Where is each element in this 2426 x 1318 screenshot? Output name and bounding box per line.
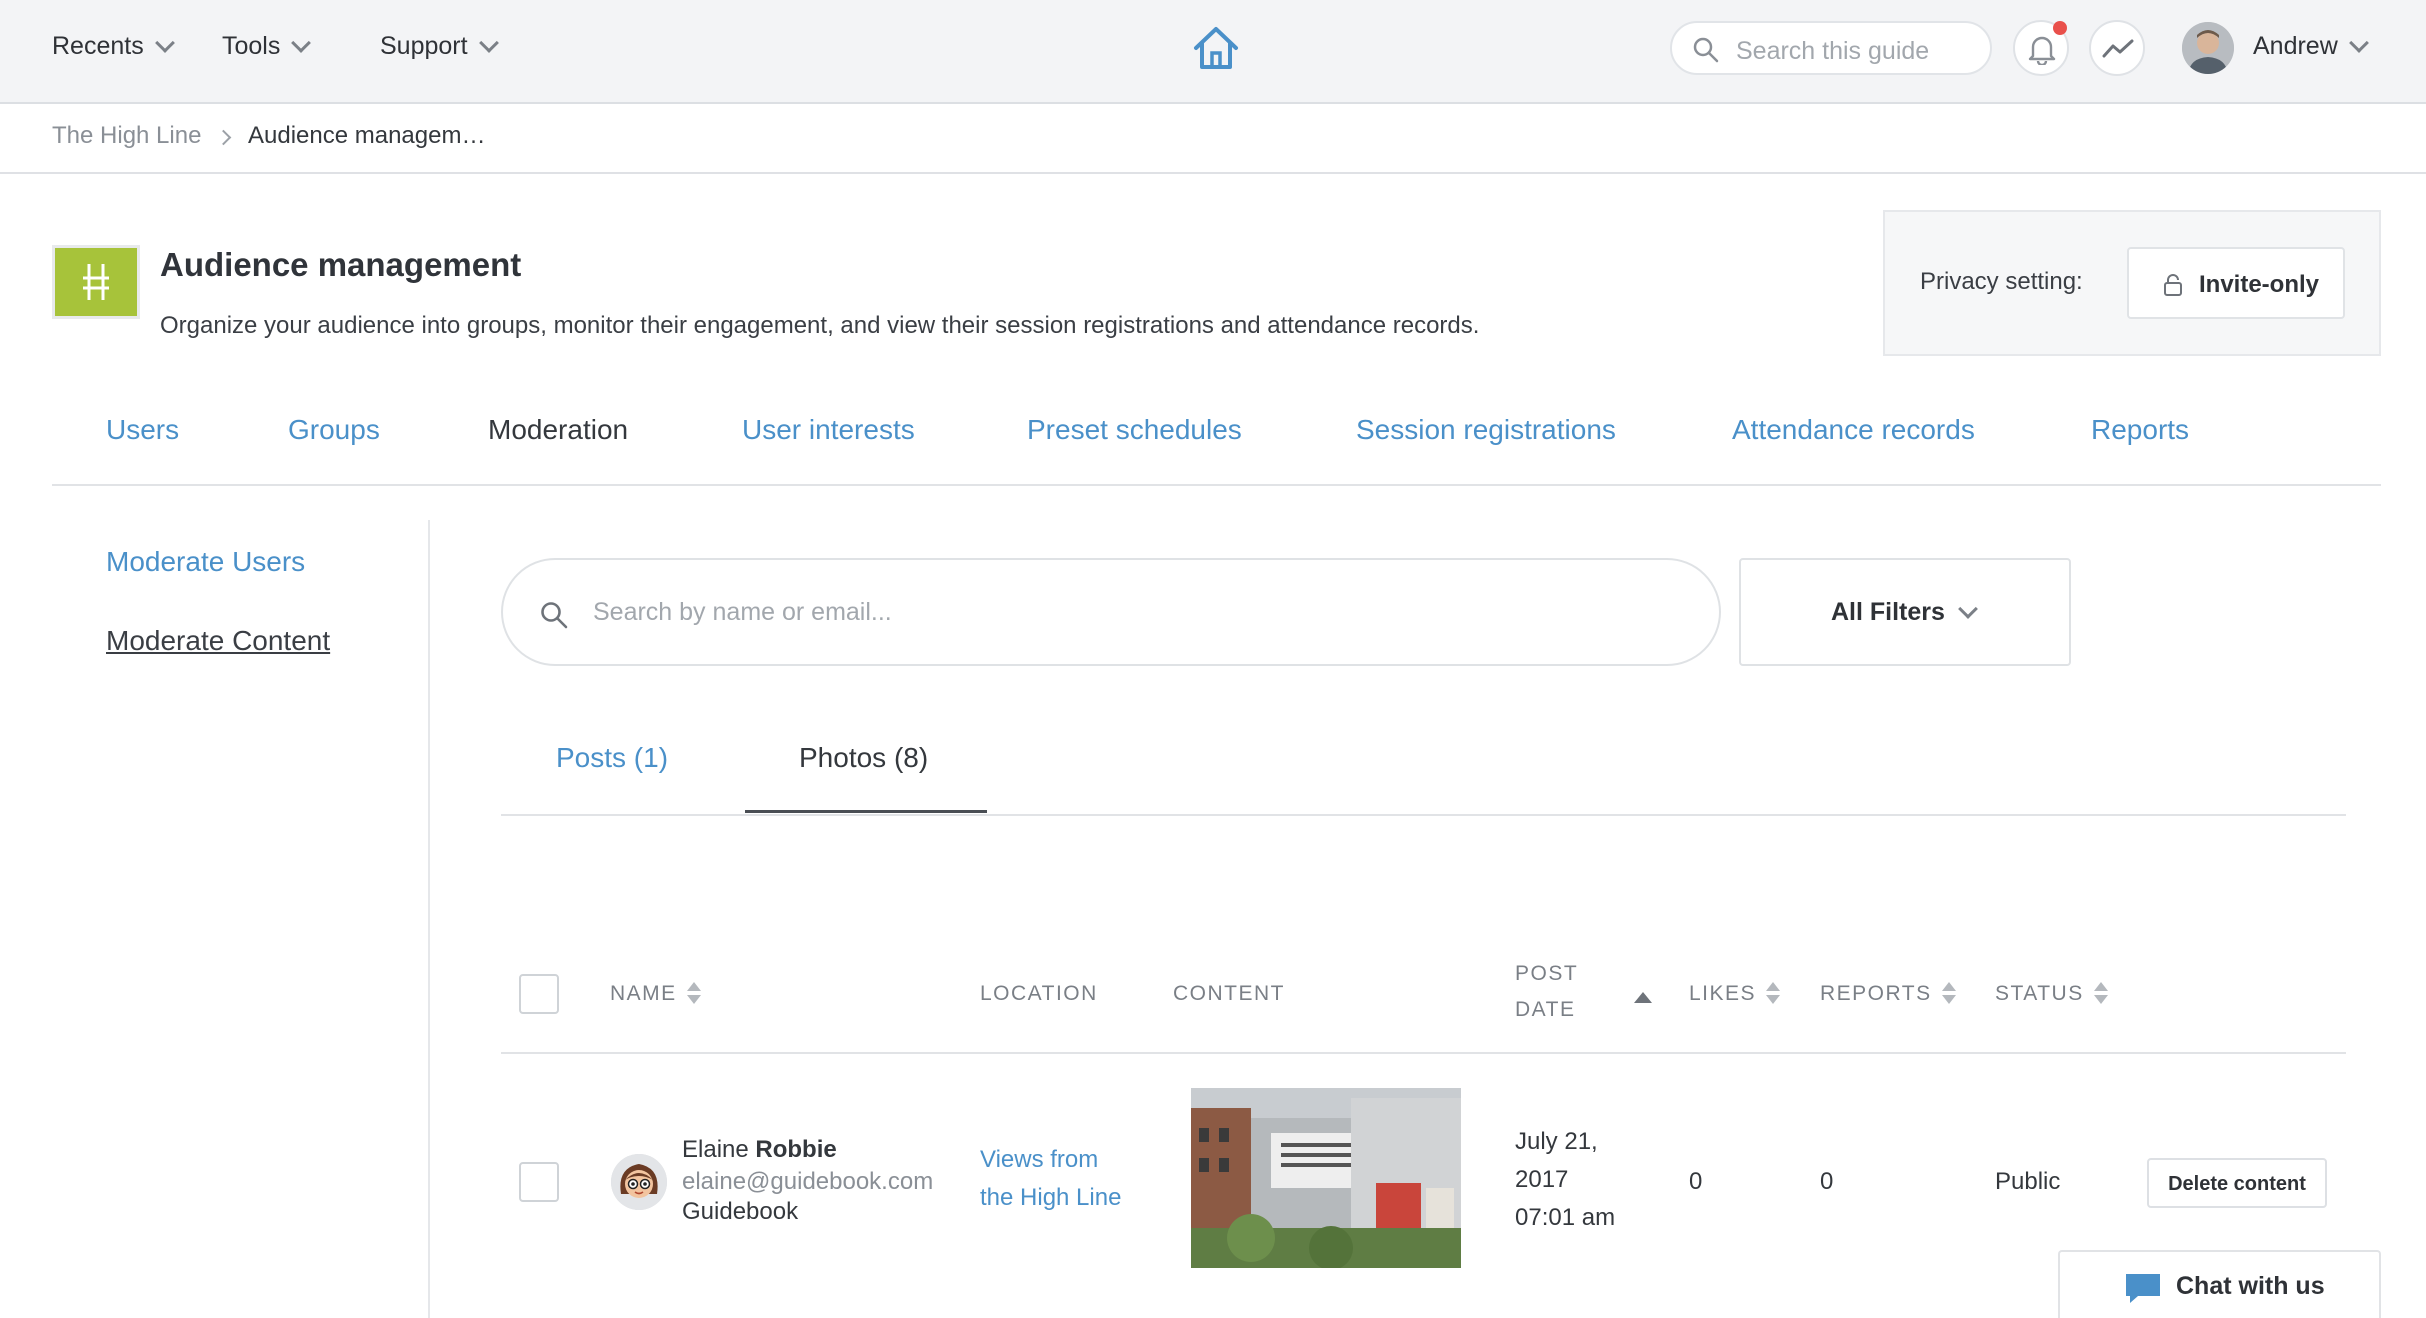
row-location-line1[interactable]: Views from (980, 1146, 1098, 1174)
chevron-down-icon (291, 32, 312, 53)
row-last-name: Robbie (755, 1136, 837, 1163)
column-status-label: STATUS (1995, 982, 2084, 1005)
subtab-posts[interactable]: Posts (1) (556, 742, 668, 774)
user-photo (2182, 22, 2234, 74)
column-likes[interactable]: LIKES (1689, 982, 1781, 1006)
guide-search[interactable]: Search this guide (1670, 21, 1992, 75)
search-icon (1693, 37, 1719, 63)
row-checkbox[interactable] (519, 1162, 559, 1202)
column-post-date-line2[interactable]: DATE (1515, 998, 1575, 1022)
tab-reports[interactable]: Reports (2091, 414, 2189, 446)
row-organization: Guidebook (682, 1198, 799, 1225)
all-filters-label: All Filters (1831, 598, 1945, 626)
tab-groups[interactable]: Groups (288, 414, 380, 446)
row-date-line3: 07:01 am (1515, 1204, 1616, 1231)
breadcrumb: The High Line Audience managem… (0, 104, 2426, 174)
row-first-name: Elaine (682, 1136, 749, 1163)
tab-session-registrations[interactable]: Session registrations (1356, 414, 1616, 446)
delete-content-button[interactable]: Delete content (2147, 1158, 2327, 1208)
row-date-line2: 2017 (1515, 1166, 1569, 1193)
home-icon[interactable] (1192, 24, 1240, 72)
row-photo-thumbnail[interactable] (1191, 1088, 1461, 1268)
user-menu[interactable]: Andrew (2253, 32, 2369, 61)
chat-label: Chat with us (2176, 1272, 2325, 1300)
chevron-down-icon (478, 32, 499, 53)
privacy-setting-value: Invite-only (2199, 271, 2320, 298)
column-likes-label: LIKES (1689, 982, 1757, 1005)
chat-bubble-icon (2126, 1274, 2160, 1303)
tools-menu[interactable]: Tools (222, 32, 312, 61)
audience-module-icon (83, 264, 109, 300)
chevron-right-icon (215, 129, 232, 146)
tab-users[interactable]: Users (106, 414, 179, 446)
sort-icon (1941, 982, 1956, 1006)
chat-widget[interactable]: Chat with us (2058, 1250, 2381, 1318)
active-subtab-indicator (745, 810, 987, 813)
main-tabs: Users Groups Moderation User interests P… (52, 400, 2381, 486)
tab-user-interests[interactable]: User interests (742, 414, 915, 446)
tab-preset-schedules[interactable]: Preset schedules (1027, 414, 1242, 446)
support-menu-label: Support (380, 32, 468, 60)
chevron-down-icon (2348, 32, 2369, 53)
row-location-line2[interactable]: the High Line (980, 1184, 1121, 1212)
user-avatar[interactable] (2182, 22, 2234, 74)
recents-menu[interactable]: Recents (52, 32, 175, 61)
tab-moderation[interactable]: Moderation (488, 414, 628, 446)
page-title: Audience management (160, 246, 522, 283)
subtab-photos[interactable]: Photos (8) (799, 742, 928, 774)
guide-search-placeholder: Search this guide (1736, 37, 1930, 65)
activity-button[interactable] (2089, 20, 2145, 76)
activity-icon (2102, 39, 2134, 58)
content-subtabs: Posts (1) Photos (8) (501, 700, 2346, 816)
column-location: LOCATION (980, 982, 1098, 1005)
sidenav-divider (428, 520, 430, 1318)
photo-image (1191, 1088, 1461, 1268)
user-name: Andrew (2253, 32, 2338, 60)
column-status[interactable]: STATUS (1995, 982, 2108, 1006)
row-date-line1: July 21, (1515, 1128, 1598, 1155)
tab-attendance-records[interactable]: Attendance records (1732, 414, 1975, 446)
breadcrumb-guide-link[interactable]: The High Line (52, 122, 201, 150)
privacy-label: Privacy setting: (1920, 268, 2083, 295)
module-logo (52, 245, 140, 319)
content-search-input[interactable]: Search by name or email... (501, 558, 1721, 666)
top-navigation: Recents Tools Support Search this guide (0, 0, 2426, 104)
avatar (611, 1154, 667, 1210)
page-description: Organize your audience into groups, moni… (160, 312, 1480, 339)
sidenav-moderate-users[interactable]: Moderate Users (106, 546, 305, 578)
sort-icon (686, 982, 701, 1006)
tools-menu-label: Tools (222, 32, 281, 60)
row-status: Public (1995, 1168, 2061, 1195)
sort-ascending-icon[interactable] (1634, 990, 1652, 1008)
row-email: elaine@guidebook.com (682, 1168, 934, 1195)
breadcrumb-current: Audience managem… (248, 122, 486, 149)
lock-icon (2164, 274, 2182, 296)
recents-menu-label: Recents (52, 32, 144, 60)
all-filters-button[interactable]: All Filters (1739, 558, 2071, 666)
notification-badge (2053, 21, 2067, 35)
chevron-down-icon (154, 32, 175, 53)
support-menu[interactable]: Support (380, 32, 499, 61)
column-post-date-line1[interactable]: POST (1515, 962, 1578, 986)
row-likes: 0 (1689, 1168, 1703, 1195)
content-search-placeholder: Search by name or email... (593, 598, 892, 626)
sidenav-moderate-content[interactable]: Moderate Content (106, 625, 330, 657)
table-header: NAME LOCATION CONTENT POST DATE LIKES RE… (501, 940, 2346, 1054)
search-icon (541, 602, 568, 629)
column-reports-label: REPORTS (1820, 982, 1932, 1005)
row-reports: 0 (1820, 1168, 1834, 1195)
user-cartoon-avatar (611, 1154, 667, 1210)
bell-icon (2028, 36, 2056, 65)
column-content: CONTENT (1173, 982, 1285, 1005)
column-reports[interactable]: REPORTS (1820, 982, 1956, 1006)
sort-icon (1766, 982, 1781, 1006)
sort-icon (2093, 982, 2108, 1006)
column-name[interactable]: NAME (610, 982, 701, 1006)
row-user-name: Elaine Robbie (682, 1136, 837, 1164)
privacy-setting-button[interactable]: Invite-only (2127, 247, 2345, 319)
chevron-down-icon (1958, 598, 1978, 619)
select-all-checkbox[interactable] (519, 974, 559, 1014)
column-name-label: NAME (610, 982, 677, 1005)
